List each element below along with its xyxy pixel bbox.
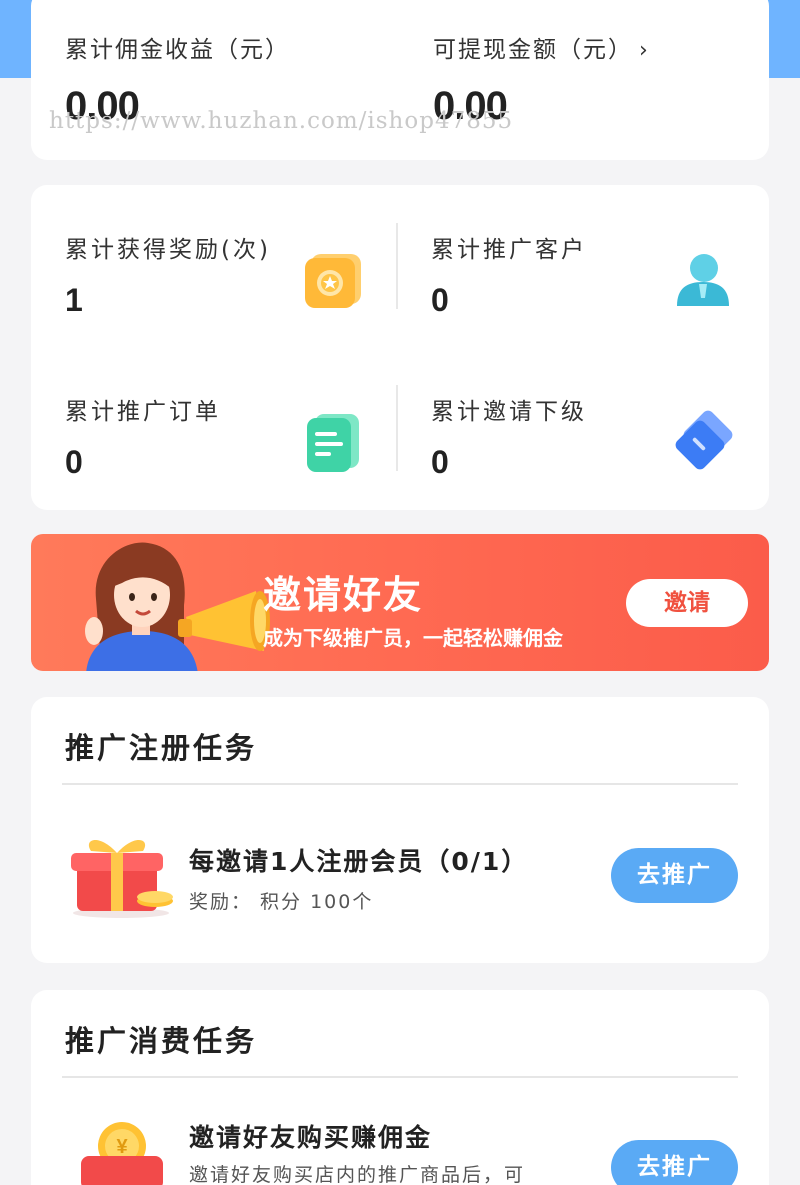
stat-promoted-orders[interactable]: 累计推广订单 0	[65, 392, 395, 492]
register-task-card: 推广注册任务 每邀请1人注册会员（0/1） 奖励： 积分 100个 去推广	[31, 697, 769, 963]
coin-card-icon	[301, 248, 365, 316]
register-task-name: 每邀请1人注册会员（0/1）	[189, 847, 529, 876]
gift-box-icon	[63, 829, 178, 923]
section-divider	[62, 783, 738, 785]
register-task-reward: 奖励： 积分 100个	[189, 891, 374, 913]
register-task-title: 推广注册任务	[65, 731, 258, 765]
svg-text:¥: ¥	[116, 1136, 128, 1158]
document-icon	[301, 410, 365, 478]
earnings-card: 累计佣金收益（元） 0.00 可提现金额（元） › 0.00 https://ww…	[31, 0, 769, 160]
consume-task-desc: 邀请好友购买店内的推广商品后，可	[189, 1164, 526, 1185]
consume-promote-button[interactable]: 去推广	[611, 1140, 738, 1185]
consume-task-title: 推广消费任务	[65, 1024, 258, 1058]
banner-title: 邀请好友	[263, 573, 424, 617]
stats-divider	[396, 385, 398, 471]
section-divider	[62, 1076, 738, 1078]
banner-subtitle: 成为下级推广员，一起轻松赚佣金	[263, 626, 563, 650]
withdrawable-label-text: 可提现金额（元）	[433, 37, 633, 63]
stat-total-rewards[interactable]: 累计获得奖励(次) 1	[65, 230, 395, 330]
stats-divider	[396, 223, 398, 309]
chevron-right-icon[interactable]: ›	[639, 38, 650, 63]
user-icon	[671, 248, 735, 316]
consume-task-name: 邀请好友购买赚佣金	[189, 1123, 433, 1152]
ticket-icon	[671, 410, 741, 478]
wallet-coin-icon: ¥	[77, 1120, 167, 1185]
invite-banner[interactable]: 邀请好友 成为下级推广员，一起轻松赚佣金 邀请	[31, 534, 769, 671]
withdrawable-label[interactable]: 可提现金额（元） ›	[433, 30, 650, 64]
register-promote-button[interactable]: 去推广	[611, 848, 738, 903]
stats-card: 累计获得奖励(次) 1 累计推广客户 0 累计推广订单 0 累计邀请下级 0	[31, 185, 769, 510]
stat-promoted-customers[interactable]: 累计推广客户 0	[431, 230, 761, 330]
total-commission-label: 累计佣金收益（元）	[65, 37, 290, 63]
consume-task-card: 推广消费任务 ¥ 邀请好友购买赚佣金 邀请好友购买店内的推广商品后，可 去推广	[31, 990, 769, 1185]
invite-button[interactable]: 邀请	[626, 579, 748, 627]
stat-invited-subordinates[interactable]: 累计邀请下级 0	[431, 392, 761, 492]
watermark-url: https://www.huzhan.com/ishop47855	[49, 108, 514, 134]
girl-with-megaphone-icon	[66, 539, 276, 671]
